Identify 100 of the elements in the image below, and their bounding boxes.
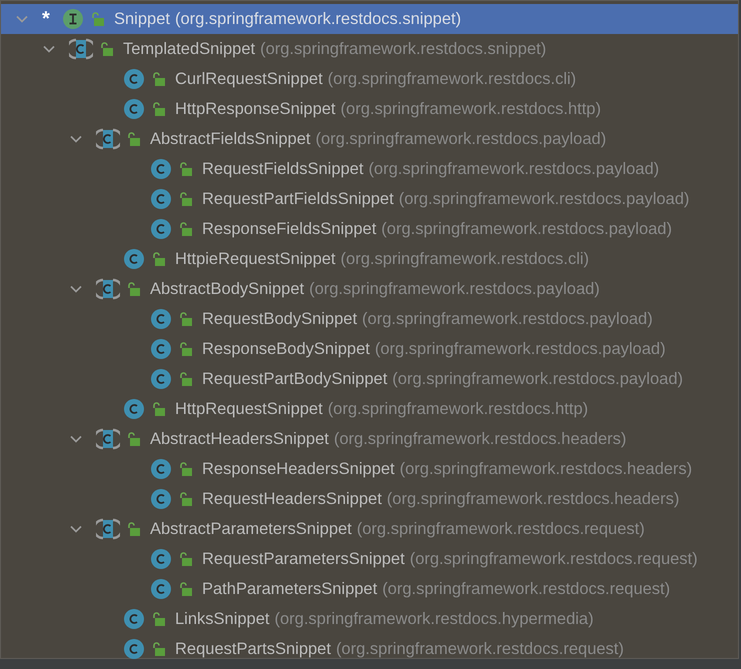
tree-row[interactable]: HttpieRequestSnippet (org.springframework.restdocs.cli) [1, 244, 738, 274]
class-icon [123, 98, 145, 120]
tree-row[interactable]: RequestPartBodySnippet (org.springframework.restdocs.payload) [1, 364, 738, 394]
class-name: RequestFieldsSnippet [202, 160, 364, 178]
class-name: AbstractParametersSnippet [150, 520, 352, 538]
padlock-icon [90, 11, 104, 27]
package-name: (org.springframework.restdocs.cli) [328, 70, 576, 88]
package-name: (org.springframework.restdocs.payload) [362, 310, 653, 328]
class-name: RequestPartsSnippet [175, 640, 331, 658]
padlock-icon [99, 41, 113, 57]
class-name: HttpieRequestSnippet [175, 250, 336, 268]
padlock-icon [178, 191, 192, 207]
abstract-class-icon [96, 428, 120, 450]
tree-row[interactable]: RequestFieldsSnippet (org.springframework.restdocs.payload) [1, 154, 738, 184]
package-name: (org.springframework.restdocs.cli) [340, 250, 590, 268]
interface-icon [62, 8, 84, 30]
class-name: HttpRequestSnippet [175, 400, 323, 418]
padlock-icon [178, 161, 192, 177]
padlock-icon [126, 131, 140, 147]
package-name: (org.springframework.restdocs.headers) [386, 490, 680, 508]
package-name: (org.springframework.restdocs.http) [340, 100, 601, 118]
package-name: (org.springframework.restdocs.payload) [392, 370, 683, 388]
padlock-icon [126, 281, 140, 297]
package-name: (org.springframework.restdocs.hypermedia) [274, 610, 594, 628]
abstract-class-icon [96, 278, 120, 300]
class-name: TemplatedSnippet [123, 40, 256, 58]
package-name: (org.springframework.restdocs.snippet) [174, 10, 462, 28]
padlock-icon [178, 341, 192, 357]
padlock-icon [178, 371, 192, 387]
class-icon [150, 578, 172, 600]
tree-row[interactable]: AbstractBodySnippet (org.springframework.restdocs.payload) [1, 274, 738, 304]
class-icon [123, 398, 145, 420]
package-name: (org.springframework.restdocs.headers) [400, 460, 692, 478]
class-icon [150, 188, 172, 210]
padlock-icon [151, 401, 165, 417]
class-name: ResponseBodySnippet [202, 340, 370, 358]
class-icon [123, 608, 145, 630]
tree-row[interactable]: HttpResponseSnippet (org.springframework.restdocs.http) [1, 94, 738, 124]
tree-row[interactable]: AbstractFieldsSnippet (org.springframework.restdocs.payload) [1, 124, 738, 154]
package-name: (org.springframework.restdocs.payload) [368, 160, 660, 178]
class-icon [123, 638, 145, 659]
tree-row[interactable]: RequestPartFieldsSnippet (org.springframework.restdocs.payload) [1, 184, 738, 214]
class-icon [150, 218, 172, 240]
padlock-icon [151, 251, 165, 267]
class-name: LinksSnippet [175, 610, 270, 628]
class-icon [123, 248, 145, 270]
class-name: RequestHeadersSnippet [202, 490, 382, 508]
tree-row[interactable]: LinksSnippet (org.springframework.restdocs.hypermedia) [1, 604, 738, 634]
class-icon [150, 308, 172, 330]
package-name: (org.springframework.restdocs.payload) [316, 130, 606, 148]
marker-text: * [42, 8, 51, 30]
class-icon [123, 68, 145, 90]
tree-row[interactable]: CurlRequestSnippet (org.springframework.restdocs.cli) [1, 64, 738, 94]
class-icon [150, 458, 172, 480]
class-name: ResponseHeadersSnippet [202, 460, 395, 478]
class-icon [150, 338, 172, 360]
tree-row[interactable]: AbstractHeadersSnippet (org.springframework.restdocs.headers) [1, 424, 738, 454]
padlock-icon [151, 611, 165, 627]
tree-row[interactable]: AbstractParametersSnippet (org.springframework.restdocs.request) [1, 514, 738, 544]
class-icon [150, 488, 172, 510]
package-name: (org.springframework.restdocs.request) [356, 520, 645, 538]
padlock-icon [178, 491, 192, 507]
package-name: (org.springframework.restdocs.headers) [334, 430, 626, 448]
class-name: Snippet [114, 10, 170, 28]
package-name: (org.springframework.restdocs.payload) [398, 190, 690, 208]
tree-row[interactable]: RequestHeadersSnippet (org.springframework.restdocs.headers) [1, 484, 738, 514]
package-name: (org.springframework.restdocs.http) [328, 400, 588, 418]
tree-row[interactable]: ResponseHeadersSnippet (org.springframework.restdocs.headers) [1, 454, 738, 484]
padlock-icon [178, 221, 192, 237]
tree-row[interactable]: HttpRequestSnippet (org.springframework.restdocs.http) [1, 394, 738, 424]
class-icon [150, 368, 172, 390]
padlock-icon [178, 581, 192, 597]
padlock-icon [126, 521, 140, 537]
class-name: RequestPartFieldsSnippet [202, 190, 394, 208]
tree-row[interactable]: ResponseBodySnippet (org.springframework.restdocs.payload) [1, 334, 738, 364]
class-name: HttpResponseSnippet [175, 100, 336, 118]
package-name: (org.springframework.restdocs.payload) [381, 220, 672, 238]
tree-row[interactable]: ResponseFieldsSnippet (org.springframework.restdocs.payload) [1, 214, 738, 244]
tree-row[interactable]: RequestParametersSnippet (org.springframework.restdocs.request) [1, 544, 738, 574]
padlock-icon [151, 101, 165, 117]
padlock-icon [151, 641, 165, 657]
class-name: AbstractFieldsSnippet [150, 130, 310, 148]
class-name: RequestBodySnippet [202, 310, 358, 328]
class-icon [150, 158, 172, 180]
padlock-icon [126, 431, 140, 447]
package-name: (org.springframework.restdocs.payload) [309, 280, 600, 298]
tree-row[interactable]: * Snippet (org.springframework.restdocs.snippet) [1, 4, 738, 34]
class-name: ResponseFieldsSnippet [202, 220, 376, 238]
tree-row[interactable]: RequestBodySnippet (org.springframework.restdocs.payload) [1, 304, 738, 334]
abstract-class-icon [96, 128, 120, 150]
padlock-icon [178, 461, 192, 477]
package-name: (org.springframework.restdocs.request) [336, 640, 624, 658]
padlock-icon [178, 551, 192, 567]
padlock-icon [178, 311, 192, 327]
class-name: RequestPartBodySnippet [202, 370, 388, 388]
package-name: (org.springframework.restdocs.request) [410, 550, 698, 568]
padlock-icon [151, 71, 165, 87]
tree-row[interactable]: RequestPartsSnippet (org.springframework.restdocs.request) [1, 634, 738, 659]
tree-row[interactable]: PathParametersSnippet (org.springframework.restdocs.request) [1, 574, 738, 604]
tree-row[interactable]: TemplatedSnippet (org.springframework.restdocs.snippet) [1, 34, 738, 64]
